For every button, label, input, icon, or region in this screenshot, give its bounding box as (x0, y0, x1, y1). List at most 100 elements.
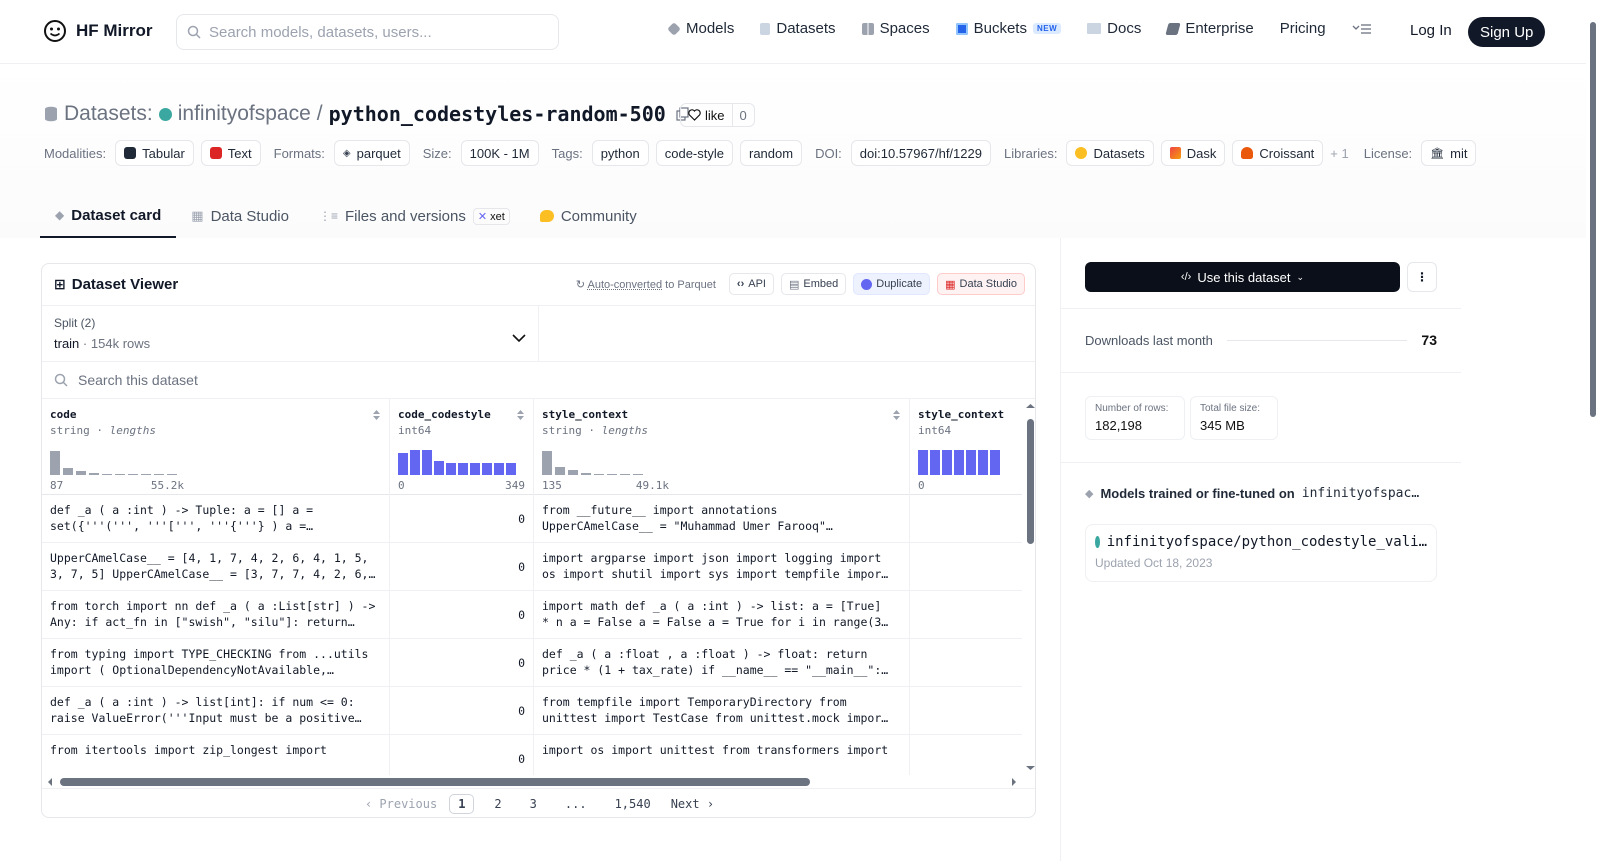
table-cell[interactable]: 0 (390, 495, 533, 543)
split-selector[interactable]: Split (2) train · 154k rows (42, 306, 539, 362)
tag-code-style[interactable]: code-style (655, 140, 733, 166)
sort-icon[interactable] (892, 409, 901, 425)
table-cell[interactable]: 0 (390, 687, 533, 735)
table-cell[interactable] (910, 543, 1022, 591)
table-cell[interactable]: import math def _a ( a :int ) -> list: a… (534, 591, 909, 639)
scroll-up-icon[interactable] (1024, 402, 1036, 410)
global-search[interactable] (176, 14, 559, 50)
column-header[interactable]: style_context int64 0 (910, 399, 1022, 495)
tag-size[interactable]: 100K - 1M (460, 140, 539, 166)
table-cell[interactable]: from torch import nn def _a ( a :List[st… (42, 591, 389, 639)
nav-pricing[interactable]: Pricing (1280, 20, 1326, 37)
scroll-down-icon[interactable] (1024, 764, 1036, 772)
chevron-down-icon (512, 334, 526, 343)
page-button[interactable]: 1 (449, 794, 475, 814)
previous-page-button[interactable]: ‹ Previous (365, 797, 437, 811)
scrollbar-thumb[interactable] (1590, 22, 1596, 417)
scrollbar-thumb[interactable] (60, 778, 810, 786)
table-cell[interactable]: from typing import TYPE_CHECKING from ..… (42, 639, 389, 687)
dataset-owner[interactable]: infinityofspace (178, 102, 311, 126)
table-cell[interactable] (910, 687, 1022, 735)
like-button[interactable]: like 0 (680, 103, 755, 127)
api-button[interactable]: ‹› API (728, 273, 774, 295)
table-cell[interactable]: UpperCAmelCase__ = [4, 1, 7, 4, 2, 6, 4,… (42, 543, 389, 591)
embed-button[interactable]: ▤ Embed (780, 273, 847, 295)
table-cell[interactable]: def _a ( a :int ) -> Tuple: a = [] a = s… (42, 495, 389, 543)
nav-docs[interactable]: Docs (1087, 20, 1141, 37)
sort-icon[interactable] (372, 409, 381, 425)
tag-license[interactable]: 🏛 mit (1421, 140, 1477, 166)
page-button[interactable]: 2 (486, 795, 509, 813)
heart-icon (688, 109, 701, 121)
libraries-more[interactable]: + 1 (1330, 146, 1348, 161)
page-scrollbar[interactable] (1586, 0, 1600, 861)
lib-datasets[interactable]: Datasets (1066, 140, 1154, 166)
tag-parquet[interactable]: ◈ parquet (333, 140, 410, 166)
table-cell[interactable] (910, 591, 1022, 639)
lib-croissant[interactable]: Croissant (1232, 140, 1324, 166)
global-search-input[interactable] (209, 23, 539, 41)
table-cell[interactable]: 0 (390, 639, 533, 687)
tab-community[interactable]: Community (525, 194, 652, 238)
table-cell[interactable]: from itertools import zip_longest import (42, 735, 389, 775)
more-options-button[interactable]: ⋮ (1407, 262, 1437, 292)
table-cell[interactable] (910, 735, 1022, 775)
column-header[interactable]: code string · lengths 87 55.2k (42, 399, 389, 495)
data-studio-button[interactable]: ▦ Data Studio (937, 273, 1025, 295)
scroll-right-icon[interactable] (1010, 776, 1018, 788)
table-cell[interactable]: from tempfile import TemporaryDirectory … (534, 687, 909, 735)
hist-bar (141, 474, 151, 475)
dataset-search-input[interactable] (78, 372, 478, 388)
table-horizontal-scrollbar[interactable] (42, 775, 1035, 789)
dataset-name[interactable]: python_codestyles-random-500 (329, 102, 666, 126)
code-icon: ‹› (736, 278, 745, 290)
tab-dataset-card[interactable]: ◆ Dataset card (40, 194, 177, 238)
table-vertical-scrollbar[interactable] (1024, 399, 1036, 775)
nav-buckets[interactable]: Buckets NEW (955, 20, 1062, 37)
tag-random[interactable]: random (739, 140, 803, 166)
hist-bar (918, 450, 928, 475)
tag-doi[interactable]: doi:10.57967/hf/1229 (850, 140, 991, 166)
page-button[interactable]: 1,540 (607, 795, 659, 813)
hist-bar (978, 450, 988, 475)
table-cell[interactable]: import argparse import json import loggi… (534, 543, 909, 591)
duplicate-button[interactable]: Duplicate (853, 273, 931, 295)
tag-text[interactable]: Text (200, 140, 261, 166)
model-card[interactable]: infinityofspace/python_codestyle_vali… U… (1085, 524, 1437, 582)
sort-icon[interactable] (516, 409, 525, 425)
brand[interactable]: HF Mirror (42, 18, 153, 44)
column-header[interactable]: code_codestyle int64 0 349 (390, 399, 533, 495)
scroll-left-icon[interactable] (46, 776, 54, 788)
table-cell[interactable]: def _a ( a :int ) -> list[int]: if num <… (42, 687, 389, 735)
tab-data-studio[interactable]: ▦ Data Studio (176, 194, 304, 238)
nav-spaces[interactable]: Spaces (861, 20, 930, 37)
nav-datasets[interactable]: Datasets (760, 20, 836, 37)
dataset-search[interactable] (42, 362, 1035, 399)
table-cell[interactable]: import os import unittest from transform… (534, 735, 909, 775)
nav-models[interactable]: Models (667, 20, 734, 37)
table-cell[interactable]: 0 (390, 735, 533, 775)
page-button[interactable]: 3 (522, 795, 545, 813)
hist-bar (128, 474, 138, 475)
table-cell[interactable] (910, 495, 1022, 543)
login-link[interactable]: Log In (1410, 22, 1452, 39)
table-cell[interactable]: 0 (390, 543, 533, 591)
table-cell[interactable]: def _a ( a :float , a :float ) -> float:… (534, 639, 909, 687)
next-page-button[interactable]: Next › (671, 797, 714, 811)
table-cell[interactable]: 0 (390, 591, 533, 639)
signup-button[interactable]: Sign Up (1468, 17, 1546, 47)
use-this-dataset-button[interactable]: ‹/› Use this dataset ⌄ (1085, 262, 1400, 292)
table-cell[interactable] (910, 639, 1022, 687)
lib-dask[interactable]: Dask (1160, 140, 1226, 166)
tag-tabular[interactable]: Tabular (115, 140, 194, 166)
scrollbar-thumb[interactable] (1027, 419, 1034, 544)
nav-enterprise[interactable]: Enterprise (1165, 20, 1254, 37)
models-icon (667, 21, 681, 36)
nav-more-menu[interactable] (1352, 23, 1372, 35)
table-cell[interactable]: from __future__ import annotations Upper… (534, 495, 909, 543)
datasets-icon (45, 106, 57, 122)
column-header[interactable]: style_context string · lengths 135 49.1k (534, 399, 909, 495)
hist-bar (542, 451, 552, 475)
tag-python[interactable]: python (591, 140, 649, 166)
tab-files-and-versions[interactable]: ⋮≡ Files and versions ✕ xet (304, 194, 525, 238)
